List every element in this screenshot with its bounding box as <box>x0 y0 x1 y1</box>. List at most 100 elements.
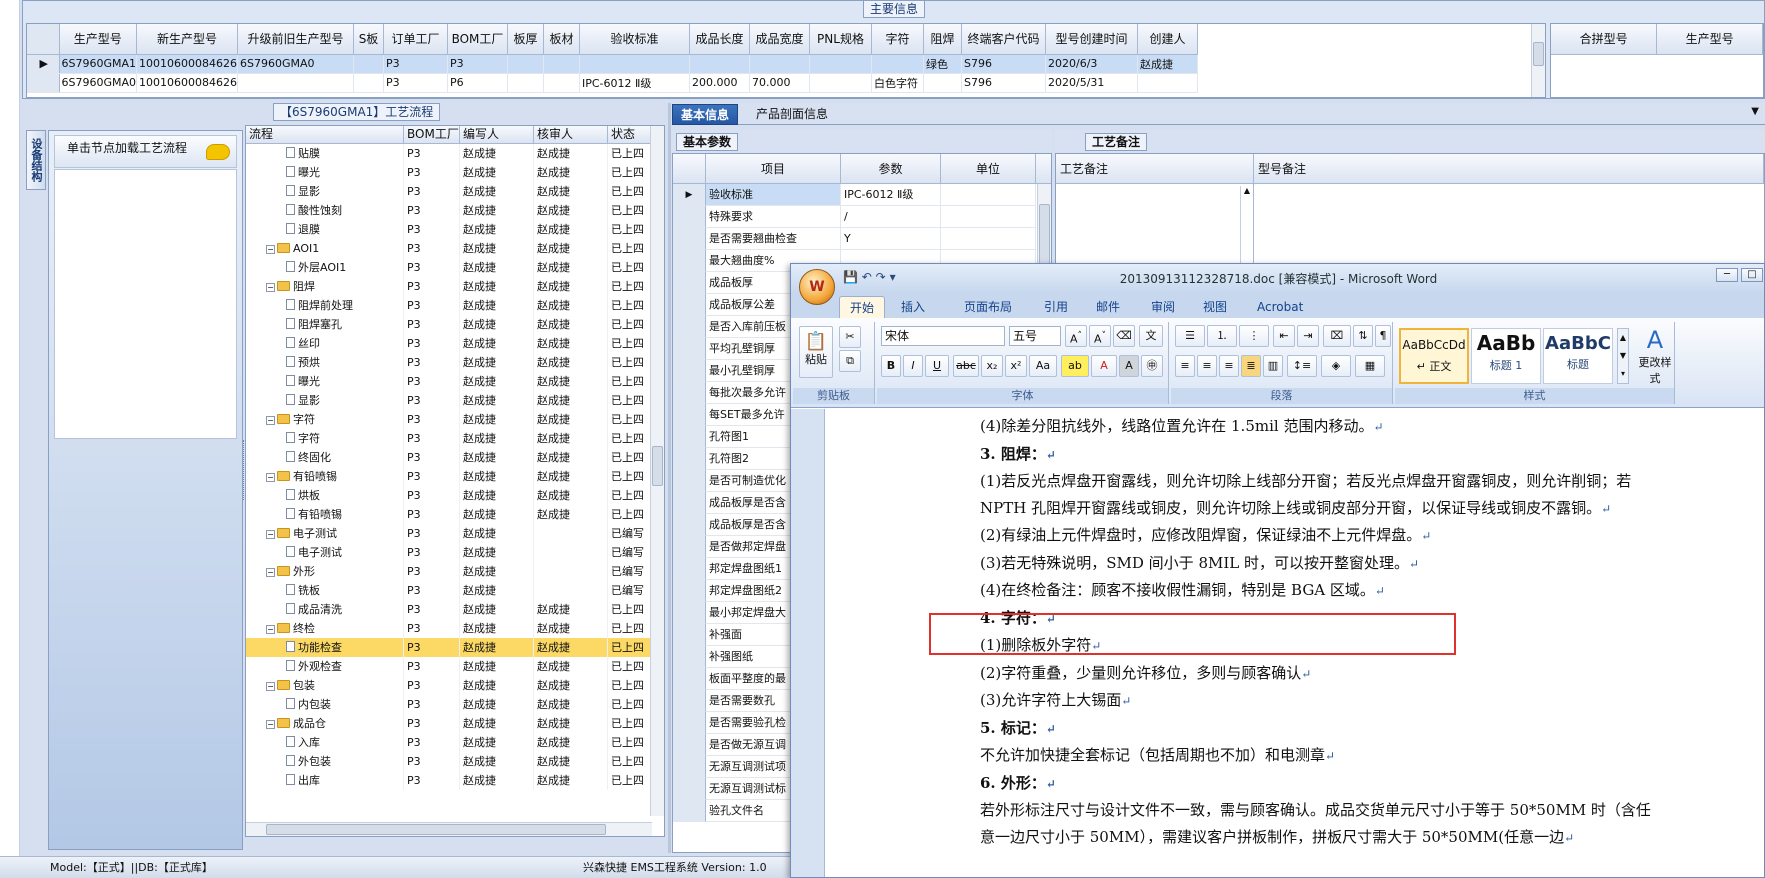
change-case-icon[interactable]: Aa <box>1029 355 1057 377</box>
param-item[interactable]: 是否需要翘曲检查 <box>706 228 841 250</box>
table-row[interactable]: 6S7960GMA0 10010600084626 P3 P6 IPC-6012 Ⅱ级 2… <box>27 73 1198 93</box>
bold-icon[interactable]: B <box>881 355 901 377</box>
table-cell[interactable]: P3 <box>383 73 448 93</box>
tree-node[interactable]: 曝光 <box>246 372 404 391</box>
style-title[interactable]: AaBbC 标题 <box>1543 328 1613 384</box>
column-header[interactable]: 生产型号 <box>59 24 138 55</box>
tab-basic-info[interactable]: 基本信息 <box>672 104 739 125</box>
row-header[interactable] <box>673 492 706 514</box>
tree-row[interactable]: − AOI1 P3 赵成捷 赵成捷 已上四 <box>246 239 664 258</box>
tree-row[interactable]: 酸性蚀刻 P3 赵成捷 赵成捷 已上四 <box>246 201 664 220</box>
table-cell[interactable]: 绿色 <box>923 54 962 74</box>
clear-format-icon[interactable]: ⌫ <box>1113 325 1135 347</box>
sort-icon[interactable]: ⇅ <box>1353 325 1373 347</box>
column-header[interactable]: 板厚 <box>507 24 544 55</box>
row-header[interactable] <box>673 316 706 338</box>
param-row[interactable]: 特殊要求 / <box>673 206 1051 228</box>
tree-row[interactable]: − 成品仓 P3 赵成捷 赵成捷 已上四 <box>246 714 664 733</box>
show-marks-icon[interactable]: ¶ <box>1375 325 1391 347</box>
merge-grid[interactable]: 合拼型号 生产型号 <box>1550 23 1764 98</box>
table-cell[interactable] <box>507 73 544 93</box>
document-paragraph[interactable]: 3. 阻焊：↵ <box>980 441 1660 469</box>
tree-row[interactable]: 出库 P3 赵成捷 赵成捷 已上四 <box>246 771 664 790</box>
word-tab-mailings[interactable]: 邮件 <box>1086 296 1130 318</box>
tree-node[interactable]: 阻焊塞孔 <box>246 315 404 334</box>
table-cell[interactable] <box>1137 73 1198 93</box>
align-right-icon[interactable]: ≡ <box>1219 355 1239 377</box>
param-value[interactable]: Y <box>841 228 941 250</box>
row-header[interactable] <box>673 668 706 690</box>
save-icon[interactable]: 💾 <box>843 270 858 284</box>
increase-indent-icon[interactable]: ⇥ <box>1297 325 1319 347</box>
column-header[interactable]: 阻焊 <box>923 24 962 55</box>
tree-node[interactable]: 电子测试 <box>246 543 404 562</box>
column-header[interactable]: PNL规格 <box>809 24 872 55</box>
collapse-icon[interactable]: − <box>266 625 275 634</box>
tree-node[interactable]: 出库 <box>246 771 404 790</box>
column-header[interactable]: 升级前旧生产型号 <box>237 24 354 55</box>
column-header[interactable]: 型号创建时间 <box>1045 24 1138 55</box>
styles-scroll[interactable]: ▲ ▼ ▾ <box>1617 328 1629 384</box>
strikethrough-icon[interactable]: abc <box>953 355 979 377</box>
row-header[interactable] <box>673 294 706 316</box>
tree-row[interactable]: − 终检 P3 赵成捷 赵成捷 已上四 <box>246 619 664 638</box>
undo-icon[interactable]: ↶ <box>862 270 872 284</box>
tree-row[interactable]: 有铅喷锡 P3 赵成捷 赵成捷 已上四 <box>246 505 664 524</box>
customize-qat-icon[interactable]: ▾ <box>890 270 896 284</box>
tree-row[interactable]: 功能检查 P3 赵成捷 赵成捷 已上四 <box>246 638 664 657</box>
table-cell[interactable] <box>809 73 872 93</box>
tree-node[interactable]: 阻焊前处理 <box>246 296 404 315</box>
table-cell[interactable]: 赵成捷 <box>1137 54 1198 74</box>
row-header[interactable] <box>673 712 706 734</box>
param-item[interactable]: 验收标准 <box>706 184 841 206</box>
param-unit[interactable] <box>941 228 1036 250</box>
table-cell[interactable]: S796 <box>961 54 1046 74</box>
tree-row[interactable]: 丝印 P3 赵成捷 赵成捷 已上四 <box>246 334 664 353</box>
tree-node[interactable]: 外层AOI1 <box>246 258 404 277</box>
column-header[interactable]: 成品长度 <box>689 24 750 55</box>
tree-node[interactable]: − 字符 <box>246 410 404 429</box>
document-paragraph[interactable]: (3)允许字符上大锡面↵ <box>980 687 1660 715</box>
word-tab-references[interactable]: 引用 <box>1034 296 1078 318</box>
word-tab-review[interactable]: 审阅 <box>1141 296 1185 318</box>
tree-row[interactable]: − 字符 P3 赵成捷 赵成捷 已上四 <box>246 410 664 429</box>
underline-icon[interactable]: U <box>925 355 949 377</box>
row-header[interactable] <box>673 206 706 228</box>
column-header[interactable]: 新生产型号 <box>136 24 238 55</box>
tree-node[interactable]: 成品清洗 <box>246 600 404 619</box>
column-header[interactable]: 字符 <box>871 24 924 55</box>
tree-node[interactable]: 烘板 <box>246 486 404 505</box>
tree-node[interactable]: 终固化 <box>246 448 404 467</box>
table-cell[interactable]: 200.000 <box>689 73 750 93</box>
table-cell[interactable]: 6S7960GMA0 <box>237 54 354 74</box>
row-header[interactable] <box>673 448 706 470</box>
tab-product-profile[interactable]: 产品剖面信息 <box>748 104 836 125</box>
tree-row[interactable]: 烘板 P3 赵成捷 赵成捷 已上四 <box>246 486 664 505</box>
table-cell[interactable]: P3 <box>447 54 508 74</box>
tree-node[interactable]: 显影 <box>246 182 404 201</box>
table-cell[interactable]: 10010600084626 <box>136 54 238 74</box>
param-item[interactable]: 特殊要求 <box>706 206 841 228</box>
tree-row[interactable]: 铣板 P3 赵成捷 已编写 <box>246 581 664 600</box>
bullets-icon[interactable]: ☰ <box>1175 325 1205 347</box>
row-header[interactable] <box>673 426 706 448</box>
chinese-layout-icon[interactable]: ⌧ <box>1323 325 1351 347</box>
align-left-icon[interactable]: ≡ <box>1175 355 1195 377</box>
column-header[interactable]: S板 <box>353 24 384 55</box>
tree-row[interactable]: 入库 P3 赵成捷 赵成捷 已上四 <box>246 733 664 752</box>
table-cell[interactable] <box>923 73 962 93</box>
row-header[interactable] <box>673 624 706 646</box>
column-header[interactable]: 成品宽度 <box>749 24 810 55</box>
row-header[interactable] <box>673 580 706 602</box>
numbering-icon[interactable]: ⒈ <box>1207 325 1237 347</box>
table-cell[interactable]: P3 <box>383 54 448 74</box>
word-tab-layout[interactable]: 页面布局 <box>954 296 1022 318</box>
table-cell[interactable]: 白色字符 <box>871 73 924 93</box>
tree-node[interactable]: 铣板 <box>246 581 404 600</box>
tree-row[interactable]: 贴膜 P3 赵成捷 赵成捷 已上四 <box>246 144 664 163</box>
node-list[interactable] <box>54 169 237 439</box>
table-cell[interactable] <box>689 54 750 74</box>
tree-row[interactable]: 成品清洗 P3 赵成捷 赵成捷 已上四 <box>246 600 664 619</box>
column-header[interactable]: 板材 <box>543 24 580 55</box>
row-header[interactable] <box>673 360 706 382</box>
